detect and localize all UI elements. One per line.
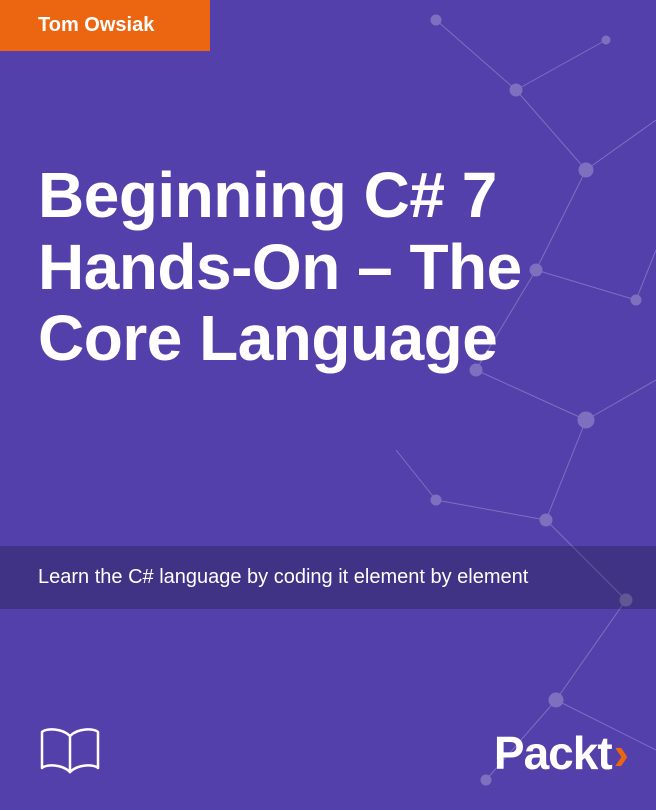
book-cover: Tom Owsiak Beginning C# 7 Hands-On – The… [0,0,656,810]
publisher-name: Packt [494,726,612,780]
book-title: Beginning C# 7 Hands-On – The Core Langu… [38,160,618,375]
book-subtitle: Learn the C# language by coding it eleme… [38,566,618,589]
author-badge: Tom Owsiak [0,0,210,51]
author-name: Tom Owsiak [38,14,154,36]
network-decoration [396,0,656,810]
subtitle-band: Learn the C# language by coding it eleme… [0,546,656,609]
chevron-right-icon: › [614,726,628,780]
publisher-logo: Packt› [494,726,628,780]
book-icon [38,726,102,776]
